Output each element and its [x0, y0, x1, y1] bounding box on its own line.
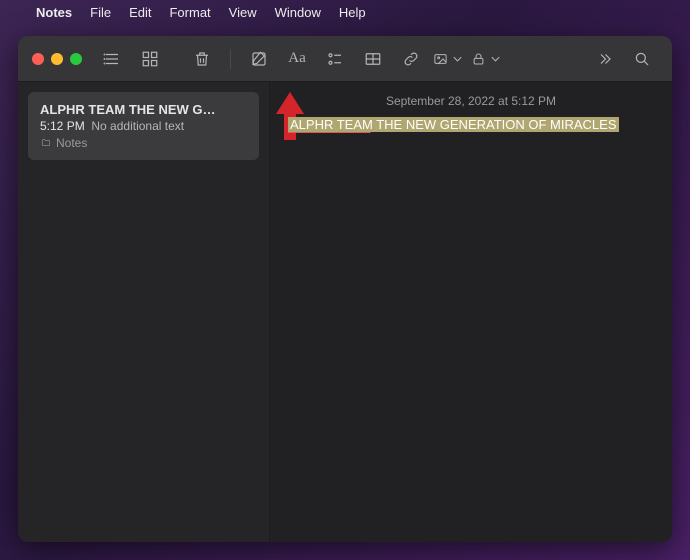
note-body-text[interactable]: ALPHR TEAM THE NEW GENERATION OF MIRACLE… [288, 117, 619, 132]
menu-edit[interactable]: Edit [129, 5, 151, 20]
chevron-down-icon [450, 50, 465, 68]
minimize-button[interactable] [51, 53, 63, 65]
note-item-folder: Notes [40, 136, 247, 150]
window-controls [32, 53, 82, 65]
note-item-title: ALPHR TEAM THE NEW G… [40, 102, 247, 117]
note-item-subtitle: 5:12 PM No additional text [40, 119, 247, 133]
list-view-button[interactable] [96, 45, 128, 73]
toolbar-divider [230, 49, 231, 69]
compose-button[interactable] [243, 45, 275, 73]
system-menubar: Notes File Edit Format View Window Help [0, 0, 690, 24]
table-button[interactable] [357, 45, 389, 73]
menu-format[interactable]: Format [169, 5, 210, 20]
grid-view-button[interactable] [134, 45, 166, 73]
note-list-item[interactable]: ALPHR TEAM THE NEW G… 5:12 PM No additio… [28, 92, 259, 160]
chevron-down-icon [488, 50, 503, 68]
close-button[interactable] [32, 53, 44, 65]
notes-window: Aa ALPHR TEAM THE NEW G… [18, 36, 672, 542]
folder-icon [40, 138, 52, 148]
note-timestamp: September 28, 2022 at 5:12 PM [288, 94, 654, 108]
delete-button[interactable] [186, 45, 218, 73]
link-button[interactable] [395, 45, 427, 73]
lock-button[interactable] [471, 45, 503, 73]
menu-file[interactable]: File [90, 5, 111, 20]
format-button[interactable]: Aa [281, 45, 313, 73]
overflow-button[interactable] [588, 45, 620, 73]
sidebar: ALPHR TEAM THE NEW G… 5:12 PM No additio… [18, 82, 270, 542]
menu-help[interactable]: Help [339, 5, 366, 20]
window-content: ALPHR TEAM THE NEW G… 5:12 PM No additio… [18, 82, 672, 542]
menu-window[interactable]: Window [275, 5, 321, 20]
media-button[interactable] [433, 45, 465, 73]
editor-pane[interactable]: September 28, 2022 at 5:12 PM ALPHR TEAM… [270, 82, 672, 542]
app-name[interactable]: Notes [36, 5, 72, 20]
search-button[interactable] [626, 45, 658, 73]
checklist-button[interactable] [319, 45, 351, 73]
maximize-button[interactable] [70, 53, 82, 65]
menu-view[interactable]: View [229, 5, 257, 20]
toolbar: Aa [18, 36, 672, 82]
